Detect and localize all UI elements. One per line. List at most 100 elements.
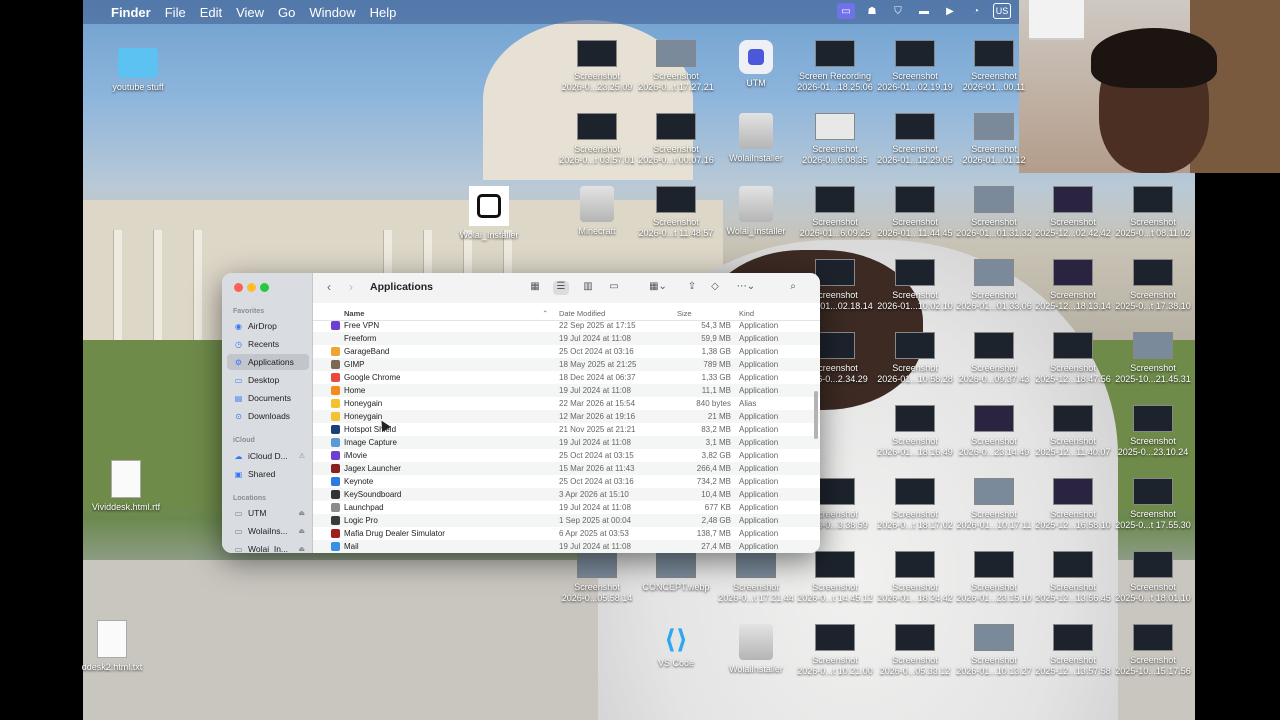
desktop-icon[interactable]: ⟨⟩ VS Code xyxy=(636,624,716,669)
desktop-icon[interactable]: Screenshot 2026-01...6.09.25 xyxy=(795,186,875,239)
eject-icon[interactable]: ⏏ xyxy=(298,527,305,535)
desktop-icon[interactable]: Screenshot 2026-0...t 17.27.21 xyxy=(636,40,716,93)
desktop-icon[interactable]: Screenshot 2026-0...t 11.48.57 xyxy=(636,186,716,239)
file-row[interactable]: KeySoundboard 3 Apr 2026 at 15:10 10,4 MB A… xyxy=(313,488,820,501)
column-kind[interactable]: Kind xyxy=(739,309,754,318)
desktop-icon[interactable]: Screenshot 2025-12...18.47.56 xyxy=(1033,332,1113,385)
desktop-icon[interactable]: Wolai_Installer xyxy=(716,186,796,237)
column-view-icon[interactable]: ▥ xyxy=(580,281,596,295)
desktop-icon[interactable]: Screenshot 2026-01...02.19.19 xyxy=(875,40,955,93)
file-row[interactable]: Keynote 25 Oct 2024 at 03:16 734,2 MB Appli… xyxy=(313,475,820,488)
file-row[interactable]: Google Chrome 18 Dec 2024 at 06:37 1,33 GB… xyxy=(313,371,820,384)
desktop-icon[interactable]: Wolai_Installer xyxy=(449,186,529,241)
sidebar-item-utm[interactable]: ▭ UTM ⏏ xyxy=(227,505,309,521)
file-row[interactable]: iMovie 25 Oct 2024 at 03:15 3,82 GB Applica… xyxy=(313,449,820,462)
desktop-icon[interactable]: Screenshot 2025-12...18.13.14 xyxy=(1033,259,1113,312)
file-row[interactable]: Honeygain 12 Mar 2026 at 19:16 21 MB Applic… xyxy=(313,410,820,423)
desktop-icon[interactable]: Screenshot 2025-12...13.56.45 xyxy=(1033,551,1113,604)
desktop-icon[interactable]: Screenshot 2026-0...09.37.43 xyxy=(954,332,1034,385)
more-actions-icon[interactable]: ⋯⌄ xyxy=(734,281,758,295)
column-date[interactable]: Date Modified xyxy=(559,309,605,318)
file-row[interactable]: Home 19 Jul 2024 at 11:08 11,1 MB Applicati… xyxy=(313,384,820,397)
sidebar-item-recents[interactable]: ◷ Recents xyxy=(227,336,309,352)
desktop-icon[interactable]: CONCEPT.webp xyxy=(636,551,716,593)
menu-window[interactable]: Window xyxy=(309,5,355,20)
desktop-icon[interactable]: Screenshot 2026-0...t 17.21.44 xyxy=(716,551,796,604)
desktop-icon[interactable]: WolaiInstaller xyxy=(716,624,796,675)
file-row[interactable]: Freeform 19 Jul 2024 at 11:08 59,9 MB Appli… xyxy=(313,332,820,345)
desktop-icon[interactable]: UTM xyxy=(716,40,796,89)
menu-file[interactable]: File xyxy=(165,5,186,20)
column-size[interactable]: Size xyxy=(677,309,692,318)
search-icon[interactable]: ⌕ xyxy=(785,281,801,295)
desktop-icon[interactable]: Screenshot 2025-0...23.10.24 xyxy=(1113,405,1193,458)
menu-help[interactable]: Help xyxy=(370,5,397,20)
desktop-icon[interactable]: Screenshot 2026-01...23.15.10 xyxy=(954,551,1034,604)
desktop-icon[interactable]: Screenshot 2026-0...t 10.21.00 xyxy=(795,624,875,677)
desktop-icon[interactable]: Screenshot 2025-12...16.58.10 xyxy=(1033,478,1113,531)
desktop-icon[interactable]: Screenshot 2026-0...t 00.07.16 xyxy=(636,113,716,166)
sidebar-item-shared[interactable]: ▣ Shared xyxy=(227,466,309,482)
menu-view[interactable]: View xyxy=(236,5,264,20)
file-row[interactable]: Honeygain 22 Mar 2026 at 15:54 840 bytes Al… xyxy=(313,397,820,410)
desktop-icon[interactable]: Screenshot 2025-0...t 08.11.02 xyxy=(1113,186,1193,239)
desktop-icon[interactable]: Vividdesk.html.rtf xyxy=(86,460,166,513)
sidebar-item-wolaiins[interactable]: ▭ WolaiIns... ⏏ xyxy=(227,523,309,539)
file-row[interactable]: Image Capture 19 Jul 2024 at 11:08 3,1 MB A… xyxy=(313,436,820,449)
desktop-icon[interactable]: Screenshot 2025-12...02.42.42 xyxy=(1033,186,1113,239)
desktop-icon[interactable]: Screenshot 2025-0...t 17.55.30 xyxy=(1113,478,1193,531)
desktop-icon[interactable]: ddesk2.html.txt xyxy=(72,620,152,673)
desktop-icon[interactable]: Screenshot 2026-01...12.29.05 xyxy=(875,113,955,166)
desktop-icon[interactable]: WolaiInstaller xyxy=(716,113,796,164)
icon-view-icon[interactable]: ▦ xyxy=(527,281,543,295)
desktop-icon[interactable]: Screenshot 2026-0...23.14.49 xyxy=(954,405,1034,458)
sidebar-item-icloud-drive[interactable]: ☁ iCloud D... ⚠ xyxy=(227,448,309,464)
desktop-icon[interactable]: Screenshot 2026-0...t 03.57.01 xyxy=(557,113,637,166)
battery-icon[interactable]: ▬ xyxy=(915,3,933,19)
gallery-view-icon[interactable]: ▭ xyxy=(606,281,622,295)
desktop-icon[interactable]: Screenshot 2026-01...11.44.45 xyxy=(875,186,955,239)
desktop-icon[interactable]: Screenshot 2026-01...01.31.32 xyxy=(954,186,1034,239)
sort-chevron-icon[interactable]: ⌃ xyxy=(542,309,548,318)
file-row[interactable]: GarageBand 25 Oct 2024 at 03:16 1,38 GB App… xyxy=(313,345,820,358)
close-button[interactable] xyxy=(234,283,243,292)
desktop-icon[interactable]: Screenshot 2026-01...18.16.49 xyxy=(875,405,955,458)
input-language[interactable]: US xyxy=(993,3,1011,19)
file-row[interactable]: Jagex Launcher 15 Mar 2026 at 11:43 266,4 … xyxy=(313,462,820,475)
list-view-icon[interactable]: ☰ xyxy=(553,281,569,295)
desktop-icon[interactable]: Screenshot 2025-12...13.57.58 xyxy=(1033,624,1113,677)
file-row[interactable]: Mafia Drug Dealer Simulator 6 Apr 2025 at… xyxy=(313,527,820,540)
desktop-icon[interactable]: Screenshot 2025-10...21.45.31 xyxy=(1113,332,1193,385)
file-row[interactable]: Logic Pro 1 Sep 2025 at 00:04 2,48 GB Appli… xyxy=(313,514,820,527)
screen-mirror-icon[interactable]: ▭ xyxy=(837,3,855,19)
column-name[interactable]: Name xyxy=(344,309,364,318)
desktop-icon[interactable]: Screenshot 2026-0...05.33.12 xyxy=(875,624,955,677)
desktop-icon[interactable]: Screenshot 2025-10...15.17.56 xyxy=(1113,624,1193,677)
desktop-icon[interactable]: Screenshot 2026-01...01.12 xyxy=(954,113,1034,166)
zoom-button[interactable] xyxy=(260,283,269,292)
eject-icon[interactable]: ⏏ xyxy=(298,509,305,517)
robot-icon[interactable]: ☗ xyxy=(863,3,881,19)
desktop-icon[interactable]: Screenshot 2026-0...23.25.09 xyxy=(557,40,637,93)
wifi-icon[interactable]: ◔ xyxy=(967,3,985,19)
sidebar-item-wolai-in[interactable]: ▭ Wolai_In... ⏏ xyxy=(227,541,309,553)
sidebar-item-desktop[interactable]: ▭ Desktop xyxy=(227,372,309,388)
shield-icon[interactable]: ⛉ xyxy=(889,3,907,19)
sidebar-item-applications[interactable]: ⚙ Applications xyxy=(227,354,309,370)
desktop-icon[interactable]: youtube stuff xyxy=(98,48,178,93)
desktop-icon[interactable]: Screenshot 2026-01...00.11 xyxy=(954,40,1034,93)
sidebar-item-documents[interactable]: ▤ Documents xyxy=(227,390,309,406)
scrollbar[interactable] xyxy=(814,391,818,439)
desktop-icon[interactable]: Screenshot 2026-01...01.33.06 xyxy=(954,259,1034,312)
menu-edit[interactable]: Edit xyxy=(200,5,222,20)
desktop-icon[interactable]: Screenshot 2026-01...10.13.27 xyxy=(954,624,1034,677)
desktop-icon[interactable]: Screenshot 2026-01...10.17.11 xyxy=(954,478,1034,531)
desktop-icon[interactable]: Screenshot 2025-0...t 17.38.10 xyxy=(1113,259,1193,312)
eject-icon[interactable]: ⏏ xyxy=(298,545,305,553)
desktop-icon[interactable]: Screenshot 2025-0...t 18.01.10 xyxy=(1113,551,1193,604)
desktop-icon[interactable]: Screenshot 2026-0...t 14.45.12 xyxy=(795,551,875,604)
desktop-icon[interactable]: Screenshot 2026-0...t 18.17.02 xyxy=(875,478,955,531)
desktop-icon[interactable]: Screenshot 2026-01...10.02.10 xyxy=(875,259,955,312)
group-icon[interactable]: ▦⌄ xyxy=(646,281,670,295)
desktop-icon[interactable]: Screenshot 2026-0...6.08.35 xyxy=(795,113,875,166)
